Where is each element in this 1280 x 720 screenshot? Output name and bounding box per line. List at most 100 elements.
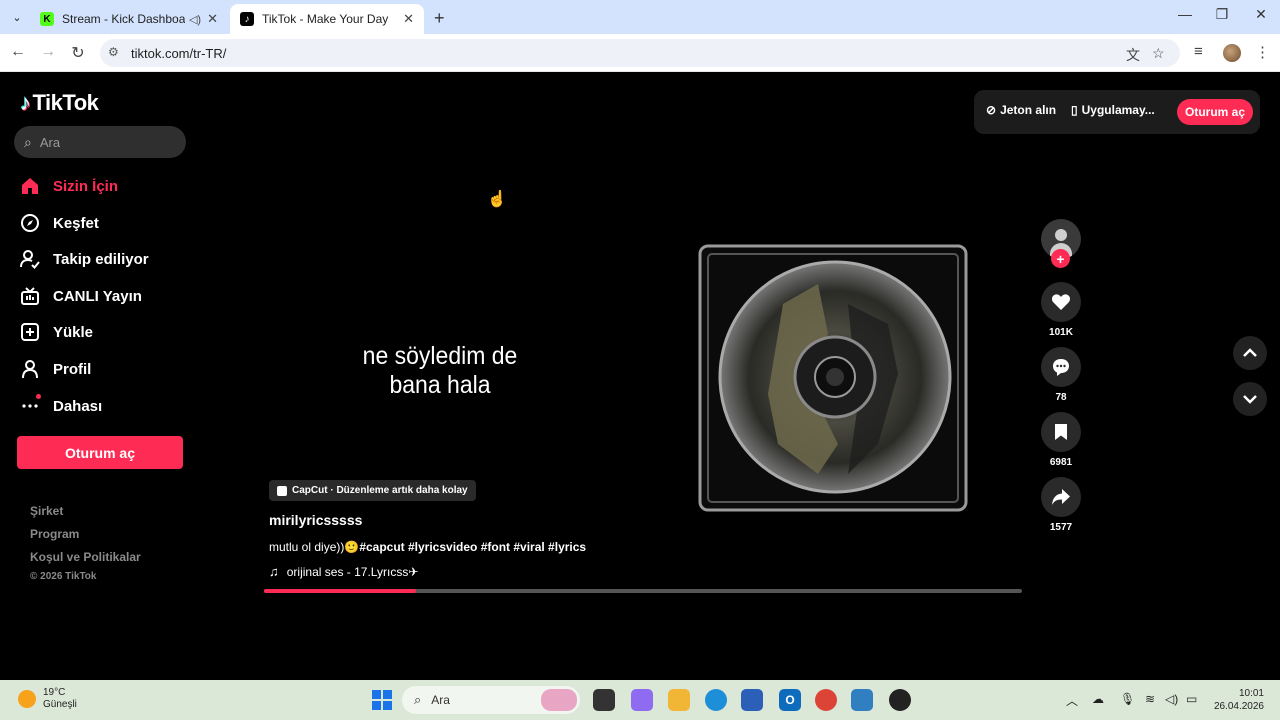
restore-icon[interactable]: ❐ [1212,6,1232,23]
share-icon [1052,489,1070,505]
forward-icon[interactable]: → [38,43,58,61]
footer-link-program[interactable]: Program [30,527,79,541]
video-progress-bar[interactable] [264,589,1022,593]
get-app-link[interactable]: ▯ Uygulamay... [1071,103,1155,117]
cloud-icon[interactable]: ☁ [1092,692,1104,706]
weather-status: Güneşli [43,699,77,710]
nav-more[interactable]: Dahası [20,394,102,418]
lyric-line: bana hala [389,371,491,399]
sun-icon [18,690,36,708]
next-video-button[interactable] [1233,382,1267,416]
edge-icon[interactable] [705,689,727,711]
site-info-icon[interactable]: ⚙ [108,45,119,59]
weather-widget[interactable]: 19°C Güneşli [18,687,77,711]
phone-icon: ▯ [1071,103,1078,117]
search-input[interactable] [39,134,160,150]
video-caption: mutlu ol diye))🙂#capcut #lyricsvideo #fo… [269,540,586,554]
chrome-icon[interactable] [815,689,837,711]
coins-label: Jeton alın [1000,103,1057,117]
chevron-up-icon [1243,348,1257,357]
save-button[interactable] [1041,412,1081,452]
profile-icon [20,359,40,379]
like-button[interactable] [1041,282,1081,322]
speaker-icon[interactable]: ◁) [189,13,201,26]
tab-title: Stream - Kick Dashboard [62,12,185,26]
share-button[interactable] [1041,477,1081,517]
back-icon[interactable]: ← [8,43,28,61]
follow-plus-icon[interactable]: + [1051,249,1070,268]
url-text[interactable]: tiktok.com/tr-TR/ [131,46,226,61]
battery-icon[interactable]: ▭ [1186,692,1197,706]
app-icon[interactable] [889,689,911,711]
footer-link-terms[interactable]: Koşul ve Politikalar [30,550,141,564]
top-actions-bar: ⊘ Jeton alın ▯ Uygulamay... Oturum aç [974,90,1260,134]
microphone-icon[interactable]: 🎙 [1120,692,1135,706]
bookmark-star-icon[interactable]: ☆ [1152,45,1165,62]
music-link[interactable]: ♫ orijinal ses - 17.Lyrıcss✈ [269,564,418,579]
video-lyric-text: ne söyledim de bana hala [330,342,551,400]
cd-case-image[interactable] [698,244,968,512]
wifi-icon[interactable]: ≋ [1145,692,1155,706]
progress-fill [264,589,416,593]
menu-icon[interactable]: ⋮ [1255,43,1270,61]
nav-explore[interactable]: Keşfet [20,211,99,235]
nav-live[interactable]: CANLI Yayın [20,284,142,308]
task-view-icon[interactable] [593,689,615,711]
tab-tiktok[interactable]: ♪ TikTok - Make Your Day ✕ [230,4,424,34]
tiktok-logo[interactable]: ♪ TikTok [20,90,99,116]
close-icon[interactable]: ✕ [207,11,218,27]
music-label: orijinal ses - 17.Lyrıcss✈ [286,564,419,579]
footer-link-company[interactable]: Şirket [30,504,63,518]
nav-label: Keşfet [53,214,99,232]
search-icon[interactable]: ⌕ [24,134,32,151]
compass-icon [20,213,40,233]
kick-icon: K [40,12,54,26]
minimize-icon[interactable]: — [1175,6,1195,22]
new-tab-icon[interactable]: + [434,8,445,29]
tab-search-icon[interactable]: ⌄ [8,8,26,26]
close-icon[interactable]: ✕ [403,11,414,27]
nav-label: CANLI Yayın [53,287,142,305]
hashtag-list[interactable]: #capcut #lyricsvideo #font #viral #lyric… [359,540,586,554]
top-login-button[interactable]: Oturum aç [1177,99,1253,125]
nav-label: Sizin İçin [53,177,119,195]
widget-app-icon[interactable] [541,689,577,711]
profile-avatar[interactable] [1223,44,1241,62]
media-control-icon[interactable]: ≡ [1194,43,1203,60]
store-icon[interactable] [741,689,763,711]
chevron-up-icon[interactable]: ︿ [1066,692,1078,709]
nav-profile[interactable]: Profil [20,357,91,381]
home-icon [20,176,40,196]
reload-icon[interactable]: ↻ [68,43,88,63]
live-icon [20,286,40,306]
photos-icon[interactable] [851,689,873,711]
taskbar-search-label: Ara [431,693,450,707]
nav-label: Profil [53,360,92,378]
tab-kick[interactable]: K Stream - Kick Dashboard ◁) ✕ [30,4,228,34]
capcut-badge[interactable]: CapCut · Düzenleme artık daha kolay [269,480,476,501]
video-author[interactable]: mirilyricsssss [269,512,362,528]
search-bar[interactable]: ⌕ [14,126,186,158]
share-count: 1577 [1049,522,1073,533]
nav-label: Yükle [53,323,94,341]
nav-upload[interactable]: Yükle [20,320,93,344]
sidebar-login-button[interactable]: Oturum aç [17,436,183,469]
outlook-icon[interactable]: O [779,689,801,711]
address-bar[interactable]: ⚙ tiktok.com/tr-TR/ 文 ☆ [100,39,1180,67]
caption-text: mutlu ol diye))🙂 [269,540,360,554]
volume-icon[interactable]: ◁) [1165,692,1178,706]
start-icon[interactable] [372,690,392,710]
get-coins-link[interactable]: ⊘ Jeton alın [986,103,1056,117]
nav-for-you[interactable]: Sizin İçin [20,174,118,198]
coin-icon: ⊘ [986,103,997,117]
close-window-icon[interactable]: ✕ [1251,6,1271,23]
nav-following[interactable]: Takip ediliyor [20,247,149,271]
previous-video-button[interactable] [1233,336,1267,370]
copilot-icon[interactable] [631,689,653,711]
translate-icon[interactable]: 文 [1126,45,1140,65]
comment-button[interactable] [1041,347,1081,387]
nav-label: Takip ediliyor [53,250,149,268]
following-icon [20,249,40,269]
system-clock[interactable]: 10:01 26.04.2026 [1210,687,1264,713]
file-explorer-icon[interactable] [668,689,690,711]
